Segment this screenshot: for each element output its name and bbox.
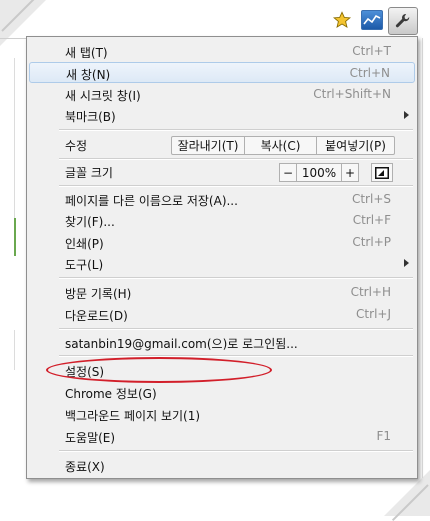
- menu-item-new-tab[interactable]: 새 탭(T) Ctrl+T: [29, 41, 415, 62]
- browser-toolbar: [0, 0, 422, 38]
- menu-row-font-size: 글꼴 크기 − 100% +: [29, 161, 415, 182]
- menu-item-shortcut: F1: [376, 429, 391, 443]
- menu-item-label: 도구(L): [65, 258, 104, 272]
- paste-button[interactable]: 붙여넣기(P): [316, 136, 395, 155]
- menu-item-shortcut: Ctrl+N: [349, 66, 390, 80]
- edit-label: 수정: [65, 139, 88, 153]
- menu-item-find[interactable]: 찾기(F)... Ctrl+F: [29, 210, 415, 231]
- page-edge-accent: [14, 218, 16, 256]
- menu-item-shortcut: Ctrl+T: [352, 44, 391, 58]
- cut-button[interactable]: 잘라내기(T): [171, 136, 245, 155]
- wrench-menu-button[interactable]: [388, 7, 418, 35]
- menu-item-bookmarks[interactable]: 북마크(B): [29, 105, 415, 126]
- zoom-level: 100%: [296, 163, 342, 182]
- divider: [0, 38, 26, 39]
- menu-item-label: 다운로드(D): [65, 309, 128, 323]
- menu-item-label: 방문 기록(H): [65, 287, 132, 301]
- menu-item-label: 종료(X): [65, 460, 105, 474]
- fullscreen-button[interactable]: [371, 163, 393, 182]
- menu-item-shortcut: Ctrl+F: [352, 213, 391, 227]
- menu-item-shortcut: Ctrl+P: [352, 235, 391, 249]
- bookmark-star-button[interactable]: [330, 8, 354, 32]
- menu-item-shortcut: Ctrl+H: [350, 285, 391, 299]
- menu-separator: [59, 355, 413, 357]
- menu-item-signed-in-account[interactable]: satanbin19@gmail.com(으)로 로그인됨...: [29, 332, 415, 353]
- menu-item-new-incognito-window[interactable]: 새 시크릿 창(I) Ctrl+Shift+N: [29, 84, 415, 105]
- menu-item-downloads[interactable]: 다운로드(D) Ctrl+J: [29, 304, 415, 325]
- menu-item-shortcut: Ctrl+J: [356, 307, 391, 321]
- menu-separator: [59, 328, 413, 330]
- submenu-arrow-icon: [404, 111, 409, 119]
- menu-item-exit[interactable]: 종료(X): [29, 455, 415, 476]
- page-edge: [422, 38, 423, 478]
- page-edge: [14, 58, 15, 218]
- menu-row-edit: 수정 잘라내기(T) 복사(C) 붙여넣기(P): [29, 134, 415, 155]
- font-size-label: 글꼴 크기: [65, 166, 113, 180]
- wrench-icon: [395, 13, 410, 28]
- menu-separator: [59, 185, 413, 187]
- menu-separator: [59, 277, 413, 279]
- menu-item-shortcut: Ctrl+Shift+N: [313, 87, 391, 101]
- menu-item-label: Chrome 정보(G): [65, 387, 157, 401]
- menu-item-label: 찾기(F)...: [65, 215, 115, 229]
- menu-item-new-window[interactable]: 새 창(N) Ctrl+N: [29, 62, 415, 83]
- menu-item-about-chrome[interactable]: Chrome 정보(G): [29, 382, 415, 403]
- menu-item-shortcut: Ctrl+S: [351, 192, 391, 206]
- menu-item-background-pages[interactable]: 백그라운드 페이지 보기(1): [29, 404, 415, 425]
- menu-item-help[interactable]: 도움말(E) F1: [29, 426, 415, 447]
- extension-button[interactable]: [360, 8, 384, 32]
- submenu-arrow-icon: [404, 259, 409, 267]
- menu-item-label: satanbin19@gmail.com(으)로 로그인됨...: [65, 337, 298, 351]
- page-edge: [14, 330, 15, 370]
- menu-separator: [59, 450, 413, 452]
- fullscreen-icon: [375, 166, 389, 179]
- menu-separator: [59, 129, 413, 131]
- menu-item-label: 인쇄(P): [65, 237, 104, 251]
- menu-item-label: 새 창(N): [66, 68, 111, 82]
- menu-item-label: 북마크(B): [65, 110, 116, 124]
- menu-item-history[interactable]: 방문 기록(H) Ctrl+H: [29, 282, 415, 303]
- menu-item-label: 도움말(E): [65, 431, 116, 445]
- wrench-dropdown-menu: 새 탭(T) Ctrl+T 새 창(N) Ctrl+N 새 시크릿 창(I) C…: [26, 36, 418, 479]
- copy-button[interactable]: 복사(C): [244, 136, 317, 155]
- menu-item-label: 새 시크릿 창(I): [65, 89, 141, 103]
- menu-item-label: 새 탭(T): [65, 46, 108, 60]
- menu-item-print[interactable]: 인쇄(P) Ctrl+P: [29, 232, 415, 253]
- menu-item-save-page-as[interactable]: 페이지를 다른 이름으로 저장(A)... Ctrl+S: [29, 189, 415, 210]
- star-icon: [333, 11, 351, 28]
- menu-separator: [59, 158, 413, 160]
- zoom-out-button[interactable]: −: [279, 163, 297, 182]
- extension-chart-icon: [361, 10, 383, 30]
- zoom-in-button[interactable]: +: [341, 163, 359, 182]
- menu-item-label: 백그라운드 페이지 보기(1): [65, 409, 201, 423]
- menu-item-label: 페이지를 다른 이름으로 저장(A)...: [65, 194, 238, 208]
- menu-item-tools[interactable]: 도구(L): [29, 253, 415, 274]
- highlight-annotation-oval: [46, 357, 272, 383]
